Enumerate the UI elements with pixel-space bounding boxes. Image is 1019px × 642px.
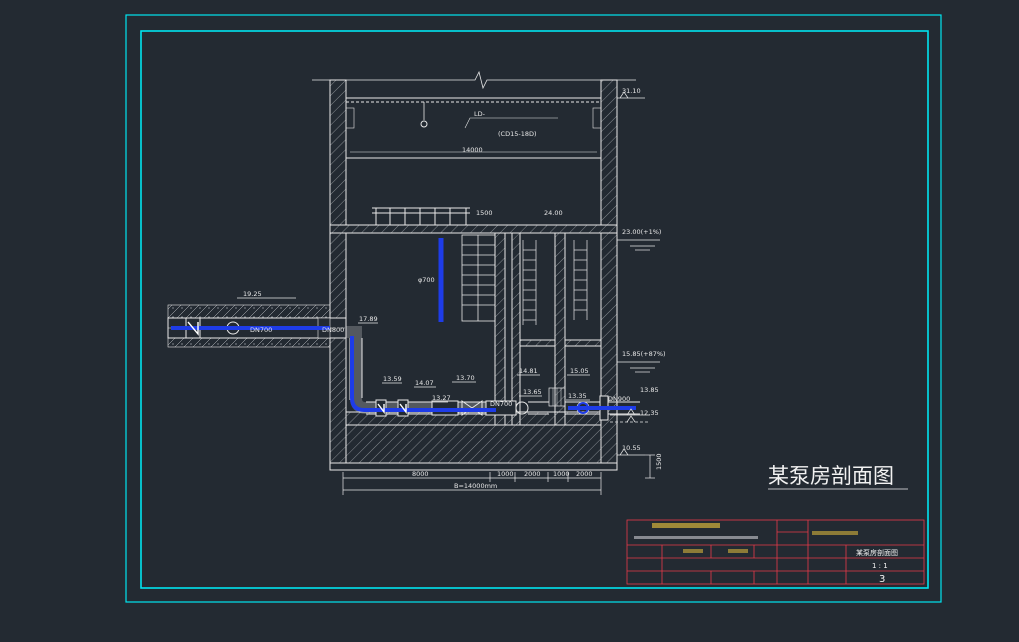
floor-slab [329, 224, 618, 234]
crane-spec: (CD15-18D) [498, 130, 537, 138]
elev-1327: 13.27 [432, 394, 451, 402]
width-1500: 1500 [476, 209, 493, 217]
elev-1789: 17.89 [359, 315, 378, 323]
dim-1000-b: 1000 [553, 470, 570, 478]
pipe-dn900: DN900 [608, 395, 630, 403]
left-upper-wall [329, 79, 347, 226]
elev-1585: 15.85(+87%) [622, 350, 666, 358]
partition-wall-2 [511, 232, 521, 426]
drawing-title: 某泵房剖面图 [768, 464, 894, 488]
elev-1365: 13.65 [523, 388, 542, 396]
dim-1000: 1000 [497, 470, 514, 478]
right-upper-wall [600, 79, 618, 226]
partition-wall-1 [494, 232, 506, 426]
pipe-dn800: DN800 [322, 326, 344, 334]
dim-8000: 8000 [412, 470, 429, 478]
crane-span: 14000 [462, 146, 483, 154]
staircase [461, 234, 496, 322]
elev-ground: 23.00(+1%) [622, 228, 661, 236]
dim-2000-b: 2000 [576, 470, 593, 478]
dim-2000-a: 2000 [524, 470, 541, 478]
left-basement-wall [329, 232, 347, 464]
elev-1335: 13.35 [568, 392, 587, 400]
pipe-dn700-a: DN700 [250, 326, 272, 334]
pipe-dn700-b: DN700 [490, 400, 512, 408]
ladder-2 [573, 240, 588, 320]
elev-1481: 14.81 [519, 367, 538, 375]
dim-total: B=14000mm [454, 482, 497, 490]
title-block-sheet-number: 3 [879, 574, 885, 585]
ladder-1 [522, 240, 537, 325]
title-block-drawing-name: 某泵房剖面图 [856, 548, 898, 557]
suction-pipe [346, 326, 500, 414]
elev-1235: 12.35 [640, 409, 659, 417]
elev-1407: 14.07 [415, 379, 434, 387]
title-block-scale: 1 : 1 [872, 562, 888, 570]
elev-1385: 13.85 [640, 386, 659, 394]
dim-base: 1500 [655, 453, 663, 470]
elev-1505: 15.05 [570, 367, 589, 375]
elev-1055: 10.55 [622, 444, 641, 452]
elev-roof: 31.10 [622, 87, 641, 95]
crane-label: LD- [474, 110, 486, 118]
elev-1359: 13.59 [383, 375, 402, 383]
elev-floor: 24.00 [544, 209, 563, 217]
right-basement-wall [600, 232, 618, 464]
elev-inlet: 19.25 [243, 290, 262, 298]
base-slab [345, 424, 602, 464]
elev-1370: 13.70 [456, 374, 475, 382]
cad-drawing-canvas: LD- (CD15-18D) 14000 1500 31.10 24.00 23… [0, 0, 1019, 638]
vertical-pipe-label: φ700 [418, 276, 435, 284]
partition-wall-3 [554, 232, 566, 426]
